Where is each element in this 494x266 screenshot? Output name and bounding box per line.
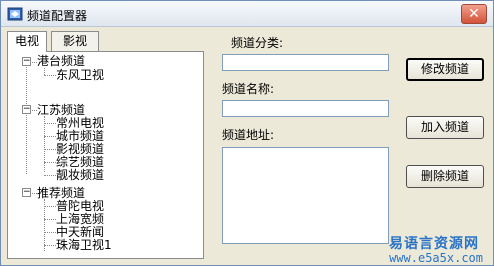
tree-group-1[interactable]: 港台频道 xyxy=(37,55,85,68)
tab-tv[interactable]: 电视 xyxy=(7,31,47,52)
client-area: 电视 影视 − 港台频道 东风卫视 − 江苏频道 常州电视 城市频道 影视频道 … xyxy=(1,28,493,265)
watermark-url: www.e5a5x.com xyxy=(389,251,483,265)
address-textarea[interactable] xyxy=(222,147,389,244)
watermark-text: 易语言资源网 xyxy=(389,236,479,252)
tab-movies-label: 影视 xyxy=(62,34,87,48)
tab-tv-label: 电视 xyxy=(14,34,39,48)
tree-item[interactable]: 珠海卫视1 xyxy=(56,239,112,252)
title-bar[interactable]: 频道配置器 ✕ xyxy=(1,1,493,27)
expander-group-1[interactable]: − xyxy=(22,57,31,66)
add-channel-button[interactable]: 加入频道 xyxy=(406,116,484,139)
main-window: 频道配置器 ✕ 电视 影视 − 港台频道 东风卫视 − 江苏频道 常州电视 城市… xyxy=(0,0,494,266)
delete-channel-button[interactable]: 删除频道 xyxy=(406,165,484,188)
window-title: 频道配置器 xyxy=(27,9,88,23)
close-icon: ✕ xyxy=(468,6,480,22)
address-label: 频道地址: xyxy=(222,128,275,142)
category-label: 频道分类: xyxy=(231,36,284,50)
tab-panel-tv: − 港台频道 东风卫视 − 江苏频道 常州电视 城市频道 影视频道 综艺频道 靓… xyxy=(7,51,204,259)
tree-connector xyxy=(26,62,27,174)
tree-item[interactable]: 靓妆频道 xyxy=(56,169,104,182)
expander-group-3[interactable]: − xyxy=(22,188,31,197)
category-input[interactable] xyxy=(222,54,389,71)
tab-movies[interactable]: 影视 xyxy=(51,31,99,51)
tree-item[interactable]: 东风卫视 xyxy=(56,69,104,82)
expander-group-2[interactable]: − xyxy=(22,105,31,114)
name-input[interactable] xyxy=(222,100,389,117)
close-button[interactable]: ✕ xyxy=(461,4,487,24)
modify-channel-button[interactable]: 修改频道 xyxy=(406,58,484,81)
channel-tree[interactable]: − 港台频道 东风卫视 − 江苏频道 常州电视 城市频道 影视频道 综艺频道 靓… xyxy=(8,52,203,258)
name-label: 频道名称: xyxy=(222,82,275,96)
app-icon xyxy=(7,7,23,21)
